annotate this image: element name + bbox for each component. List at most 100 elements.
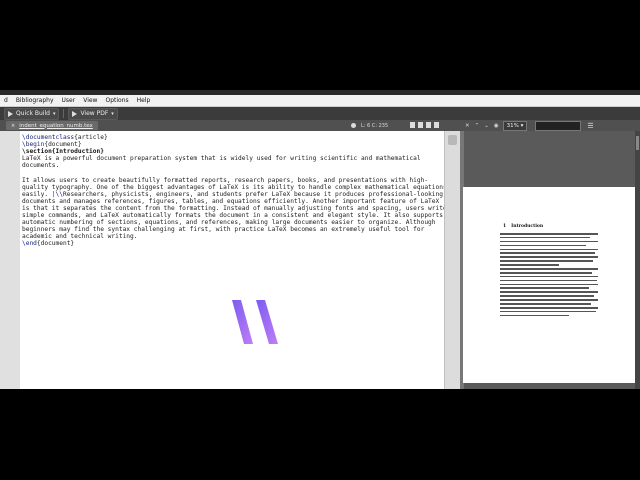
code-line[interactable]: easily. |\\Researchers, physicists, engi… <box>22 190 443 198</box>
main-toolbar: Quick Build ▾ View PDF ▾ <box>0 107 640 120</box>
menu-item-view[interactable]: View <box>79 95 101 106</box>
pdf-text-line <box>500 275 598 278</box>
code-editor[interactable]: \documentclass{article} \begin{document} \… <box>20 131 444 389</box>
split-view-icon[interactable] <box>418 122 423 128</box>
code-line[interactable]: academic and technical writing. <box>22 233 440 240</box>
scrollbar-thumb[interactable] <box>448 135 457 145</box>
toolbar-separator <box>63 109 65 118</box>
logo-stroke <box>232 300 253 344</box>
code-keyword: \end <box>22 240 37 248</box>
zoom-level: 31% <box>506 122 519 129</box>
code-text: {document} <box>36 240 75 248</box>
view-pdf-button[interactable]: View PDF ▾ <box>68 107 118 120</box>
editor-tab-bar: × indent_equation_numb.tex L: 6 C: 235 <box>0 120 460 131</box>
preview-toolbar: ✕ ⌃ ⌄ ◉ 31% ▾ ☰ <box>460 120 640 131</box>
menu-item-help[interactable]: Help <box>133 95 155 106</box>
code-text: documents and manages references, figure… <box>22 197 440 205</box>
code-text: It allows users to create beautifully fo… <box>22 176 429 184</box>
code-keyword: |\\ <box>51 190 63 198</box>
split-view-icon[interactable] <box>426 122 431 128</box>
pdf-text-line <box>500 252 596 255</box>
split-view-icon[interactable] <box>410 122 415 128</box>
pdf-section-number: 1 <box>503 224 507 229</box>
editor-scrollbar[interactable] <box>444 131 461 389</box>
menu-item-bibliography[interactable]: Bibliography <box>12 95 58 106</box>
code-text: LaTeX is a powerful document preparation… <box>22 155 421 163</box>
code-line[interactable]: quality typography. One of the biggest a… <box>22 184 444 191</box>
menu-item-options[interactable]: Options <box>101 95 132 106</box>
chevron-down-icon: ▾ <box>518 122 524 129</box>
editor-tab[interactable]: × indent_equation_numb.tex <box>6 121 98 130</box>
chevron-up-icon[interactable]: ⌃ <box>475 123 480 129</box>
code-keyword: \documentclass <box>22 134 75 141</box>
page-input[interactable] <box>535 120 582 131</box>
close-icon[interactable]: ✕ <box>465 123 470 129</box>
editor-view-icons <box>410 122 442 128</box>
code-text: automatic numbering of sections, equatio… <box>22 219 436 227</box>
pdf-text-line <box>500 256 598 258</box>
pdf-text-line <box>500 240 598 243</box>
code-text: academic and technical writing. <box>22 233 138 241</box>
menu-bar: d Bibliography User View Options Help <box>0 95 640 107</box>
pdf-text-line <box>500 279 598 282</box>
menu-item-document[interactable]: d <box>0 95 12 106</box>
code-text: easily. <box>22 190 52 198</box>
pdf-section-heading: 1 Introduction <box>503 224 543 229</box>
code-line[interactable]: simple commands, and LaTeX automatically… <box>22 212 443 219</box>
code-line[interactable]: beginners may find the syntax challengin… <box>22 226 440 233</box>
code-text: documents. <box>22 162 60 170</box>
pdf-text-line <box>500 248 598 251</box>
line-number-gutter <box>0 131 21 389</box>
logo-stroke <box>256 300 278 344</box>
code-text: quality typography. One of the biggest a… <box>22 183 444 191</box>
code-line[interactable]: automatic numbering of sections, equatio… <box>22 219 440 226</box>
code-line[interactable]: documents. <box>22 162 440 169</box>
code-line[interactable]: LaTeX is a powerful document preparation… <box>22 155 440 162</box>
play-icon <box>72 110 78 117</box>
pdf-text-line <box>500 283 598 286</box>
editor-tab-filename: indent_equation_numb.tex <box>19 122 93 129</box>
pdf-text-line <box>500 306 598 309</box>
cursor-position: L: 6 C: 235 <box>351 120 388 131</box>
pdf-text-line <box>500 260 594 262</box>
pdf-text-line <box>500 271 593 274</box>
code-line[interactable]: documents and manages references, figure… <box>22 198 440 205</box>
pdf-section-title: Introduction <box>511 224 544 229</box>
code-line[interactable]: is that it separates the content from th… <box>22 205 444 212</box>
scrollbar-thumb[interactable] <box>636 136 639 150</box>
pdf-text-line <box>500 314 569 317</box>
menu-icon[interactable]: ☰ <box>587 122 593 130</box>
pdf-text-line <box>500 291 598 293</box>
chevron-down-icon[interactable]: ▾ <box>53 111 56 117</box>
code-keyword: \section{Introduction} <box>22 148 104 156</box>
code-text: beginners may find the syntax challengin… <box>22 226 425 234</box>
quick-build-button[interactable]: Quick Build ▾ <box>4 107 60 120</box>
code-line[interactable]: It allows users to create beautifully fo… <box>22 177 440 184</box>
code-text: {article} <box>74 134 108 141</box>
pdf-text-line <box>500 295 595 297</box>
code-text: is that it separates the content from th… <box>22 204 444 212</box>
code-content[interactable]: \documentclass{article} \begin{document} \… <box>22 134 444 248</box>
split-view-icon[interactable] <box>434 122 439 128</box>
preview-scrollbar[interactable] <box>635 131 640 389</box>
code-line[interactable]: \documentclass{article} <box>22 134 440 141</box>
code-line[interactable] <box>22 169 440 176</box>
code-line[interactable]: \end{document} <box>22 240 440 247</box>
pdf-text-line <box>500 264 559 266</box>
close-tab-icon[interactable]: × <box>11 123 15 129</box>
pdf-text-line <box>500 268 598 270</box>
pdf-text-line <box>500 236 591 239</box>
menu-item-user[interactable]: User <box>58 95 80 106</box>
watermark-text: InShOt <box>520 340 583 360</box>
pdf-text-line <box>500 310 597 313</box>
status-dot-icon <box>351 123 356 128</box>
pdf-text-line <box>500 303 592 305</box>
zoom-dropdown[interactable]: 31% ▾ <box>502 120 528 131</box>
chevron-down-icon[interactable]: ⌄ <box>484 123 489 129</box>
chevron-down-icon[interactable]: ▾ <box>111 111 114 117</box>
eye-icon[interactable]: ◉ <box>494 123 499 129</box>
pdf-text-line <box>500 299 598 301</box>
pdf-text-line <box>500 233 598 235</box>
code-line[interactable]: \section{Introduction} <box>22 148 440 155</box>
code-text: Researchers, physicists, engineers, and … <box>63 190 443 198</box>
